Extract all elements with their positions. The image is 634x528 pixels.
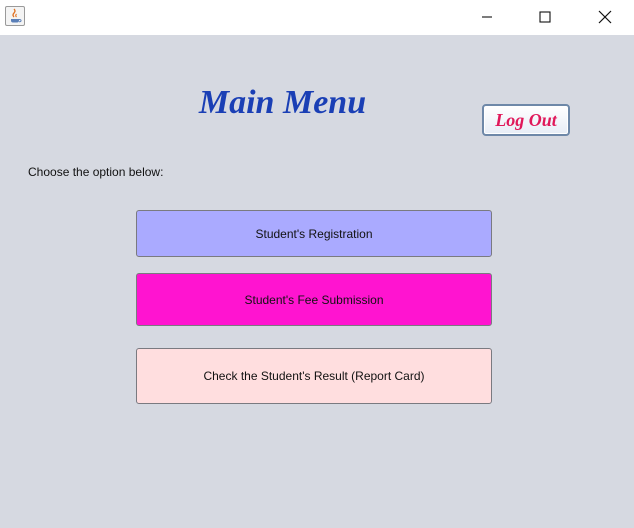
instruction-label: Choose the option below: xyxy=(28,165,164,179)
java-app-icon[interactable] xyxy=(5,6,25,26)
minimize-button[interactable] xyxy=(458,0,516,33)
maximize-icon xyxy=(539,10,551,23)
title-bar[interactable] xyxy=(0,0,634,35)
check-result-button[interactable]: Check the Student's Result (Report Card) xyxy=(136,348,492,404)
student-registration-label: Student's Registration xyxy=(255,226,373,241)
page-title: Main Menu xyxy=(198,84,367,121)
close-button[interactable] xyxy=(576,0,634,33)
student-registration-button[interactable]: Student's Registration xyxy=(136,210,492,257)
close-icon xyxy=(598,10,612,23)
minimize-icon xyxy=(482,15,492,18)
check-result-label: Check the Student's Result (Report Card) xyxy=(203,369,425,383)
maximize-button[interactable] xyxy=(516,0,574,33)
fee-submission-button[interactable]: Student's Fee Submission xyxy=(136,273,492,326)
content-panel: Main Menu Log Out Choose the option belo… xyxy=(0,35,634,528)
logout-button[interactable]: Log Out xyxy=(482,104,570,136)
main-menu-window: Main Menu Log Out Choose the option belo… xyxy=(0,0,634,528)
fee-submission-label: Student's Fee Submission xyxy=(244,292,384,307)
